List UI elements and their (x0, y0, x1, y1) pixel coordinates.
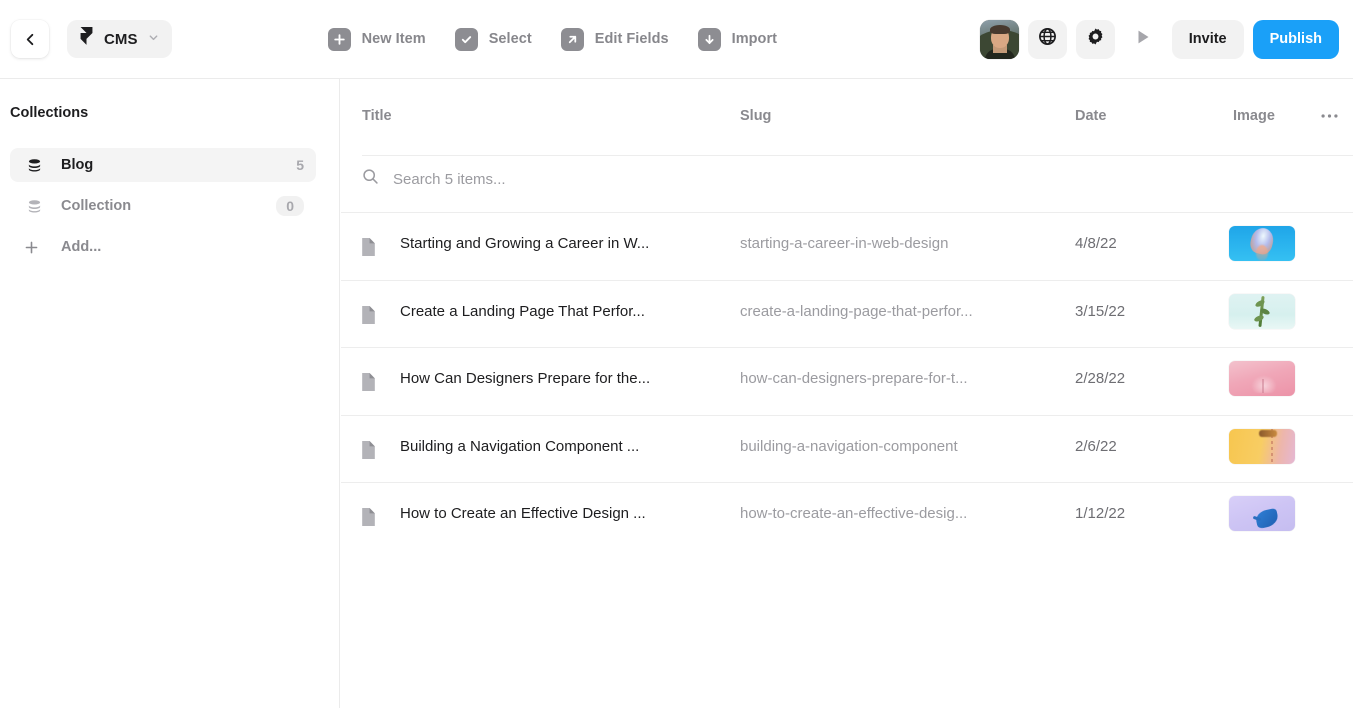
play-icon (1134, 28, 1152, 51)
row-thumbnail[interactable] (1229, 496, 1295, 531)
plus-icon (327, 27, 351, 51)
gear-icon (1086, 27, 1105, 51)
add-collection-label: Add... (61, 239, 102, 255)
table-body: Starting and Growing a Career in W... st… (341, 212, 1353, 550)
row-slug: how-can-designers-prepare-for-t... (740, 370, 968, 387)
row-date: 4/8/22 (1075, 235, 1117, 252)
edit-fields-button[interactable]: Edit Fields (560, 27, 669, 51)
plus-icon (24, 240, 42, 255)
row-thumbnail[interactable] (1229, 293, 1295, 329)
toolbar-right-group: Invite Publish (979, 19, 1339, 59)
edit-fields-label: Edit Fields (594, 31, 669, 47)
column-header-title[interactable]: Title (362, 108, 392, 124)
project-chip[interactable]: CMS (67, 20, 172, 58)
toolbar-actions: New Item Select Edit Fields Import (327, 27, 778, 51)
avatar[interactable] (979, 19, 1019, 59)
top-toolbar: CMS New Item Select Edit Fields Import I… (0, 0, 1353, 79)
select-label: Select (488, 31, 532, 47)
document-icon (360, 237, 377, 262)
collections-list: Blog 5 Collection 0 Add... (10, 148, 316, 271)
arrow-down-icon (697, 27, 721, 51)
row-slug: building-a-navigation-component (740, 437, 958, 455)
search-placeholder: Search 5 items... (393, 170, 506, 188)
site-settings-button[interactable] (1027, 19, 1067, 59)
document-icon (360, 305, 377, 330)
row-title: How Can Designers Prepare for the... (400, 370, 651, 387)
sidebar-item-count: 5 (296, 157, 304, 173)
row-title: Create a Landing Page That Perfor... (400, 302, 645, 320)
database-icon (27, 199, 45, 214)
row-date: 2/6/22 (1075, 437, 1117, 455)
collections-sidebar: Collections Blog 5 Collection 0 Add... (0, 79, 340, 708)
settings-button[interactable] (1075, 19, 1115, 59)
row-title: Building a Navigation Component ... (400, 437, 640, 455)
row-date: 2/28/22 (1075, 370, 1126, 387)
row-slug: starting-a-career-in-web-design (740, 235, 949, 252)
row-title: Starting and Growing a Career in W... (400, 235, 650, 252)
table-row[interactable]: Create a Landing Page That Perfor... cre… (341, 279, 1353, 348)
items-table: Title Slug Date Image Search 5 items... … (341, 79, 1353, 708)
row-title: How to Create an Effective Design ... (400, 505, 646, 522)
row-thumbnail[interactable] (1229, 226, 1295, 261)
checkmark-icon (454, 27, 478, 51)
row-thumbnail[interactable] (1229, 428, 1295, 464)
search-input[interactable]: Search 5 items... (362, 168, 506, 190)
search-row: Search 5 items... (341, 155, 1353, 211)
preview-button[interactable] (1124, 20, 1163, 59)
document-icon (360, 440, 377, 465)
sidebar-item-label: Blog (61, 157, 94, 173)
globe-icon (1038, 27, 1057, 51)
sidebar-item-count: 0 (276, 196, 304, 216)
database-icon (27, 158, 45, 173)
back-button[interactable] (11, 20, 49, 58)
table-row[interactable]: How to Create an Effective Design ... ho… (341, 482, 1353, 550)
search-icon (362, 168, 379, 190)
column-header-slug[interactable]: Slug (740, 108, 771, 124)
arrow-up-right-icon (560, 27, 584, 51)
project-name: CMS (104, 30, 138, 48)
sidebar-item-collection[interactable]: Collection 0 (10, 189, 316, 223)
ellipsis-icon[interactable] (1321, 107, 1338, 123)
import-button[interactable]: Import (697, 27, 778, 51)
sidebar-item-blog[interactable]: Blog 5 (10, 148, 316, 182)
chevron-down-icon[interactable] (148, 30, 159, 48)
table-row[interactable]: Starting and Growing a Career in W... st… (341, 212, 1353, 280)
import-label: Import (731, 31, 778, 47)
new-item-label: New Item (361, 31, 426, 47)
framer-logo-icon (79, 27, 94, 51)
row-slug: how-to-create-an-effective-desig... (740, 505, 968, 522)
chevron-left-icon (23, 32, 38, 47)
select-button[interactable]: Select (454, 27, 532, 51)
row-date: 3/15/22 (1075, 302, 1126, 320)
document-icon (360, 372, 377, 397)
table-row[interactable]: Building a Navigation Component ... buil… (341, 414, 1353, 483)
row-thumbnail[interactable] (1229, 361, 1295, 396)
table-row[interactable]: How Can Designers Prepare for the... how… (341, 347, 1353, 415)
sidebar-title: Collections (10, 105, 89, 121)
table-header-row: Title Slug Date Image (341, 79, 1353, 156)
new-item-button[interactable]: New Item (327, 27, 426, 51)
publish-button[interactable]: Publish (1252, 19, 1339, 59)
column-header-image[interactable]: Image (1233, 108, 1275, 124)
document-icon (360, 507, 377, 532)
sidebar-item-label: Collection (61, 198, 132, 214)
add-collection-button[interactable]: Add... (10, 230, 316, 264)
column-header-date[interactable]: Date (1075, 108, 1106, 124)
row-slug: create-a-landing-page-that-perfor... (740, 302, 973, 320)
row-date: 1/12/22 (1075, 505, 1126, 522)
invite-button[interactable]: Invite (1171, 19, 1244, 59)
